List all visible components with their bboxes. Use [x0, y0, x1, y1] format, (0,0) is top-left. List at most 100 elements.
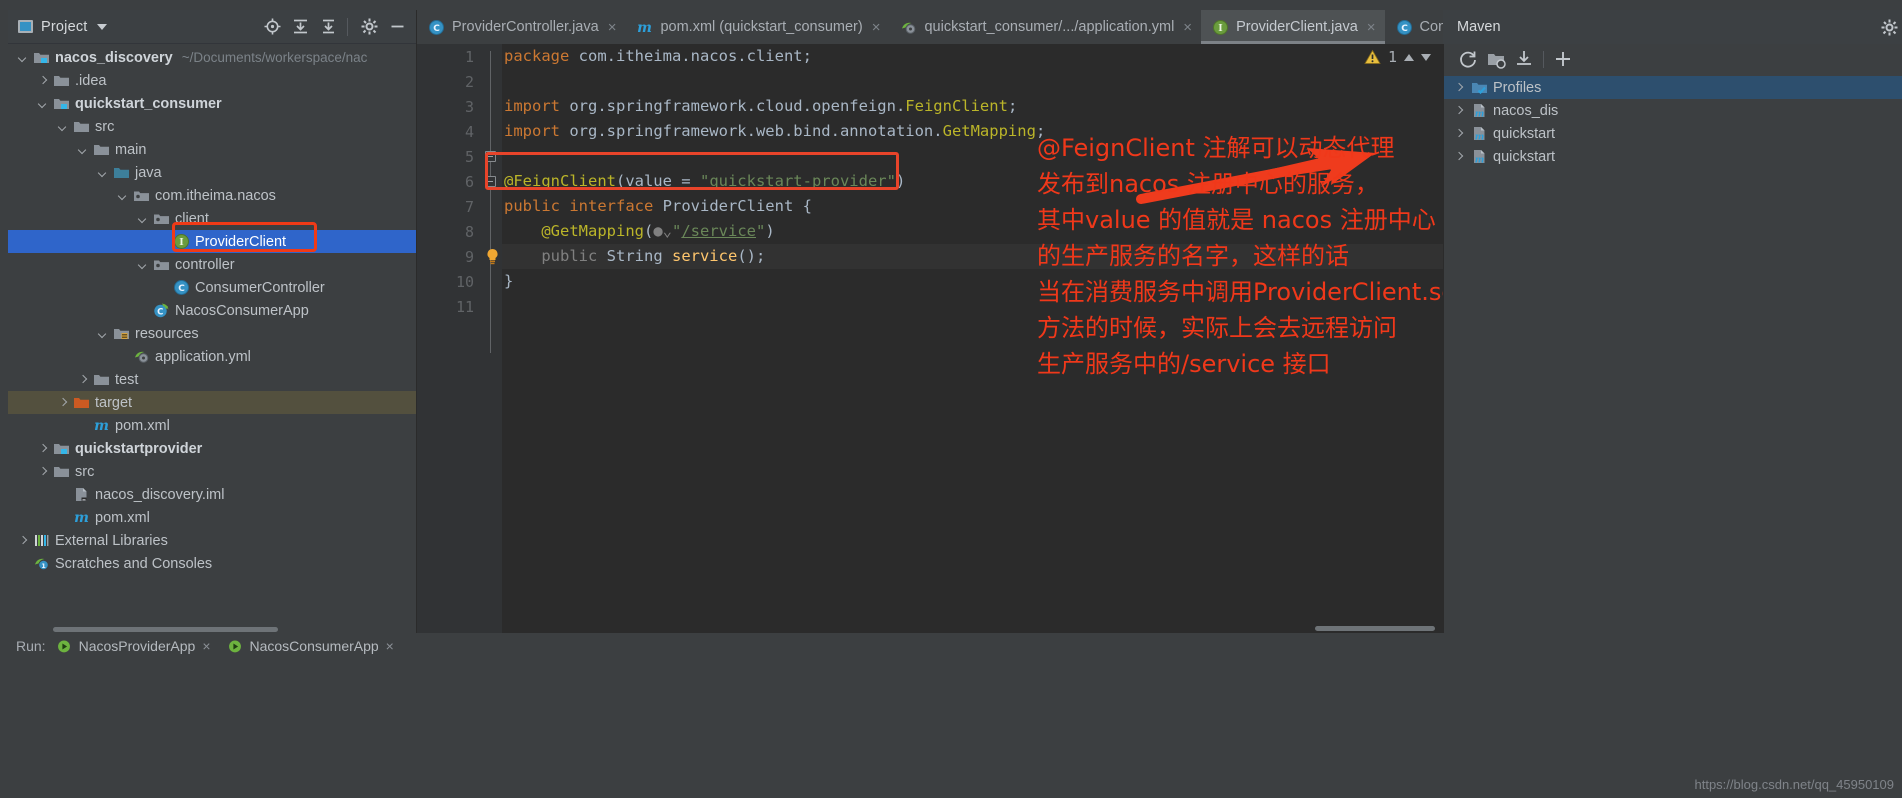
gutter-line-2[interactable]: 2 [417, 69, 480, 94]
add-folder-icon[interactable] [1482, 46, 1510, 72]
code-line-3[interactable]: import org.springframework.cloud.openfei… [502, 94, 1443, 119]
editor-tab-providerclient-java[interactable]: I ProviderClient.java × [1201, 10, 1386, 44]
chevron-right-icon[interactable] [36, 465, 49, 478]
gutter-line-6[interactable]: 6 [417, 169, 480, 194]
chevron-down-icon[interactable] [36, 97, 49, 110]
download-sources-icon[interactable] [1510, 46, 1538, 72]
tree-item-quickstartprovider[interactable]: quickstartprovider [8, 437, 416, 460]
tree-item-src[interactable]: src [8, 115, 416, 138]
collapse-all-icon[interactable] [287, 14, 313, 40]
expand-collapse-icon[interactable] [315, 14, 341, 40]
chevron-down-icon[interactable] [136, 258, 149, 271]
maven-tree-item-profiles[interactable]: Profiles [1444, 76, 1902, 99]
tree-item-java[interactable]: java [8, 161, 416, 184]
gutter-line-8[interactable]: 8 [417, 219, 480, 244]
fold-marker-import-2[interactable] [485, 176, 496, 187]
chevron-down-icon[interactable] [16, 51, 29, 64]
gutter-line-3[interactable]: 3 [417, 94, 480, 119]
chevron-right-icon[interactable] [1452, 104, 1465, 117]
tree-item-resources[interactable]: resources [8, 322, 416, 345]
editor-fold-column[interactable] [480, 44, 502, 633]
scratches-icon: 1 [33, 555, 50, 572]
gutter-line-5[interactable]: 5 [417, 144, 480, 169]
tree-item-controller[interactable]: controller [8, 253, 416, 276]
chevron-down-icon[interactable] [96, 23, 107, 30]
locate-icon[interactable] [259, 14, 285, 40]
editor-gutter[interactable]: 1 2 3 4 5 6 7 8 9 10 11 [417, 44, 498, 633]
tree-item-client[interactable]: client [8, 207, 416, 230]
tree-item-target[interactable]: target [8, 391, 416, 414]
tree-item-nacos-discovery[interactable]: nacos_discovery ~/Documents/workerspace/n… [8, 46, 416, 69]
maven-tree-item-nacos-dis[interactable]: m nacos_dis [1444, 99, 1902, 122]
close-icon[interactable]: × [1183, 20, 1192, 35]
chevron-right-icon[interactable] [56, 396, 69, 409]
tree-item-pom-xml[interactable]: m pom.xml [8, 414, 416, 437]
run-tab-label: NacosProviderApp [78, 638, 196, 654]
run-tool-window-bar[interactable]: Run: NacosProviderApp × NacosConsumerApp × [8, 633, 1902, 659]
chevron-right-icon[interactable] [1452, 81, 1465, 94]
run-tab-nacosproviderapp[interactable]: NacosProviderApp × [56, 638, 211, 655]
chevron-down-icon[interactable] [96, 166, 109, 179]
tree-item-pom-xml[interactable]: m pom.xml [8, 506, 416, 529]
maven-tree-item-quickstart[interactable]: m quickstart [1444, 122, 1902, 145]
bulb-icon[interactable] [485, 248, 500, 269]
close-icon[interactable]: × [608, 20, 617, 35]
chevron-down-icon[interactable] [116, 189, 129, 202]
chevron-right-icon[interactable] [16, 534, 29, 547]
chevron-right-icon[interactable] [1452, 150, 1465, 163]
gutter-line-11[interactable]: 11 [417, 294, 480, 319]
chevron-right-icon[interactable] [36, 74, 49, 87]
editor-tab-quickstart-consumer-application-yml[interactable]: quickstart_consumer/.../application.yml × [889, 10, 1201, 44]
tree-item-nacosconsumerapp[interactable]: C NacosConsumerApp [8, 299, 416, 322]
inspection-status-widget[interactable]: 1 [1364, 48, 1431, 66]
reload-icon[interactable] [1454, 46, 1482, 72]
close-icon[interactable]: × [202, 638, 210, 654]
code-line-1[interactable]: package com.itheima.nacos.client; [502, 44, 1443, 69]
gutter-line-9[interactable]: 9 [417, 244, 498, 269]
tree-item-com-itheima-nacos[interactable]: com.itheima.nacos [8, 184, 416, 207]
chevron-down-icon[interactable] [136, 212, 149, 225]
editor-tab-pom-xml-quickstart-consumer-[interactable]: m pom.xml (quickstart_consumer) × [625, 10, 889, 44]
tree-item-main[interactable]: main [8, 138, 416, 161]
close-icon[interactable]: × [1367, 20, 1376, 35]
chevron-down-icon[interactable] [76, 143, 89, 156]
chevron-right-icon[interactable] [1452, 127, 1465, 140]
chevron-down-icon[interactable] [96, 327, 109, 340]
tree-item-quickstart-consumer[interactable]: quickstart_consumer [8, 92, 416, 115]
tree-item-external-libraries[interactable]: External Libraries [8, 529, 416, 552]
add-icon[interactable] [1549, 46, 1577, 72]
next-problem-icon[interactable] [1421, 53, 1431, 61]
gutter-line-10[interactable]: 10 [417, 269, 480, 294]
maven-tree-item-quickstart[interactable]: m quickstart [1444, 145, 1902, 168]
close-icon[interactable]: × [872, 20, 881, 35]
tree-item-test[interactable]: test [8, 368, 416, 391]
close-icon[interactable]: × [386, 638, 394, 654]
chevron-right-icon[interactable] [76, 373, 89, 386]
tree-item--idea[interactable]: .idea [8, 69, 416, 92]
settings-gear-icon[interactable] [1876, 14, 1902, 40]
run-tab-nacosconsumerapp[interactable]: NacosConsumerApp × [227, 638, 394, 655]
gutter-line-1[interactable]: 1 [417, 44, 480, 69]
editor-tab-providercontroller-java[interactable]: C ProviderController.java × [417, 10, 625, 44]
settings-gear-icon[interactable] [356, 14, 382, 40]
tree-item-scratches-and-consoles[interactable]: 1 Scratches and Consoles [8, 552, 416, 575]
project-tree[interactable]: nacos_discovery ~/Documents/workerspace/n… [8, 44, 416, 633]
tree-item-src[interactable]: src [8, 460, 416, 483]
tree-item-nacos-discovery-iml[interactable]: nacos_discovery.iml [8, 483, 416, 506]
editor-tab-bar[interactable]: C ProviderController.java × m pom.xml (quick… [417, 10, 1443, 44]
previous-problem-icon[interactable] [1404, 53, 1414, 61]
fold-marker-import-1[interactable] [485, 151, 496, 162]
tree-item-consumercontroller[interactable]: C ConsumerController [8, 276, 416, 299]
hide-minus-icon[interactable] [384, 14, 410, 40]
editor-hscrollbar[interactable] [1315, 626, 1435, 631]
chevron-right-icon[interactable] [36, 442, 49, 455]
gutter-line-4[interactable]: 4 [417, 119, 480, 144]
editor-tab-consum[interactable]: C Consum [1385, 10, 1443, 44]
tree-item-providerclient[interactable]: I ProviderClient [8, 230, 416, 253]
gutter-line-7[interactable]: 7 [417, 194, 498, 219]
project-tree-hscrollbar[interactable] [53, 627, 278, 632]
tree-item-application-yml[interactable]: application.yml [8, 345, 416, 368]
code-line-2[interactable] [502, 69, 1443, 94]
maven-tree[interactable]: Profiles m nacos_dis m quickstart m quickstart [1444, 74, 1902, 168]
chevron-down-icon[interactable] [56, 120, 69, 133]
